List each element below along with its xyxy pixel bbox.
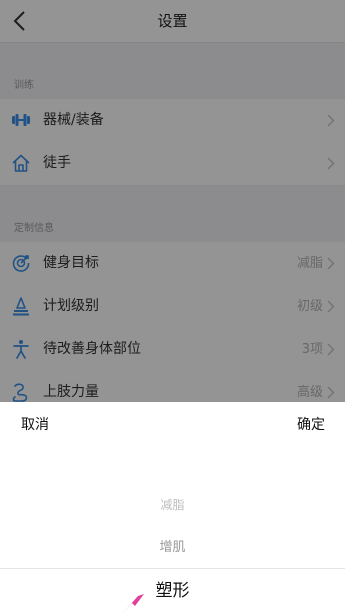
picker-selection-divider xyxy=(0,568,345,569)
pointer-arrow-icon xyxy=(122,594,144,614)
picker-option[interactable]: 减脂 xyxy=(0,496,345,513)
confirm-button[interactable]: 确定 xyxy=(297,414,325,434)
cancel-button[interactable]: 取消 xyxy=(21,414,49,434)
picker-option-selected[interactable]: 塑形 xyxy=(0,576,345,601)
picker-option[interactable]: 增肌 xyxy=(0,536,345,555)
goal-picker-sheet: 取消 确定 减脂 增肌 塑形 xyxy=(0,402,345,614)
